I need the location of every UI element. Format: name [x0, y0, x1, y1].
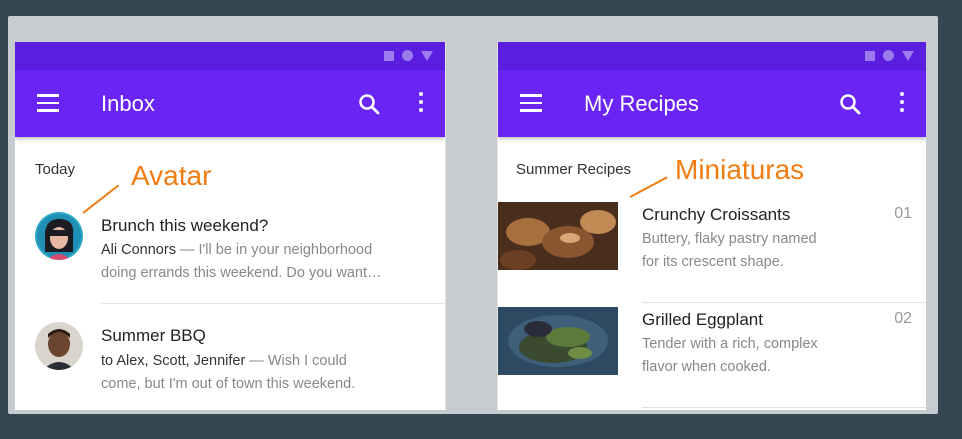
recipe-desc-line1: Buttery, flaky pastry named: [642, 231, 817, 247]
list-item[interactable]: Grilled Eggplant Tender with a rich, com…: [498, 305, 926, 409]
menu-icon[interactable]: [520, 94, 542, 112]
status-bar: [498, 42, 926, 70]
recipe-title: Crunchy Croissants: [642, 205, 791, 224]
list-item[interactable]: Summer BBQ to Alex, Scott, Jennifer — Wi…: [15, 308, 445, 408]
status-square-icon: [865, 50, 875, 61]
app-bar: My Recipes: [498, 70, 926, 137]
recipe-description: Tender with a rich, complex flavor when c…: [642, 333, 872, 379]
status-bar: [15, 42, 445, 70]
mail-sender: to Alex, Scott, Jennifer: [101, 353, 246, 369]
search-icon[interactable]: [357, 92, 381, 116]
thumbnail-croissants: [498, 202, 618, 270]
status-triangle-icon: [421, 50, 433, 61]
divider: [101, 303, 445, 304]
avatar: [35, 322, 83, 370]
recipe-desc-line2: flavor when cooked.: [642, 359, 771, 375]
mail-title: Brunch this weekend?: [101, 216, 269, 235]
mail-preview: to Alex, Scott, Jennifer — Wish I could c…: [101, 350, 436, 396]
status-triangle-icon: [902, 50, 914, 61]
recipe-number: 02: [894, 310, 912, 327]
recipe-number: 01: [894, 205, 912, 222]
recipe-title: Grilled Eggplant: [642, 310, 763, 329]
mail-sender: Ali Connors: [101, 242, 176, 258]
app-bar: Inbox: [15, 70, 445, 137]
recipe-desc-line2: for its crescent shape.: [642, 254, 784, 270]
menu-icon[interactable]: [37, 94, 59, 112]
recipe-description: Buttery, flaky pastry named for its cresc…: [642, 228, 872, 274]
status-circle-icon: [402, 50, 413, 61]
section-header: Today: [35, 161, 76, 178]
search-icon[interactable]: [838, 92, 862, 116]
status-circle-icon: [883, 50, 894, 61]
status-square-icon: [384, 50, 394, 61]
section-header: Summer Recipes: [516, 161, 632, 178]
annotation-avatar: Avatar: [131, 160, 212, 191]
app-title: Inbox: [101, 91, 155, 116]
mail-preview: Ali Connors — I'll be in your neighborho…: [101, 239, 436, 285]
mail-title: Summer BBQ: [101, 326, 206, 345]
recipe-desc-line1: Tender with a rich, complex: [642, 336, 818, 352]
mail-preview-line1: — I'll be in your neighborhood: [175, 242, 373, 258]
divider: [642, 302, 926, 303]
app-title: My Recipes: [584, 91, 699, 116]
more-vert-icon[interactable]: [898, 92, 906, 116]
list-item[interactable]: Crunchy Croissants Buttery, flaky pastry…: [498, 200, 926, 304]
divider: [642, 407, 926, 408]
inbox-screen: Inbox Today Brunch this weekend? Ali Con…: [15, 42, 446, 410]
mail-preview-line1: — Wish I could: [245, 353, 347, 369]
recipes-screen: My Recipes Summer Recipes Crunchy Croiss…: [497, 42, 926, 410]
more-vert-icon[interactable]: [417, 92, 425, 116]
avatar: [35, 212, 83, 260]
annotation-thumbnails: Miniaturas: [675, 154, 805, 185]
mail-preview-line2: doing errands this weekend. Do you want…: [101, 265, 382, 281]
list-item[interactable]: Brunch this weekend? Ali Connors — I'll …: [15, 204, 445, 304]
thumbnail-eggplant: [498, 307, 618, 375]
mail-preview-line2: come, but I'm out of town this weekend.: [101, 376, 356, 392]
